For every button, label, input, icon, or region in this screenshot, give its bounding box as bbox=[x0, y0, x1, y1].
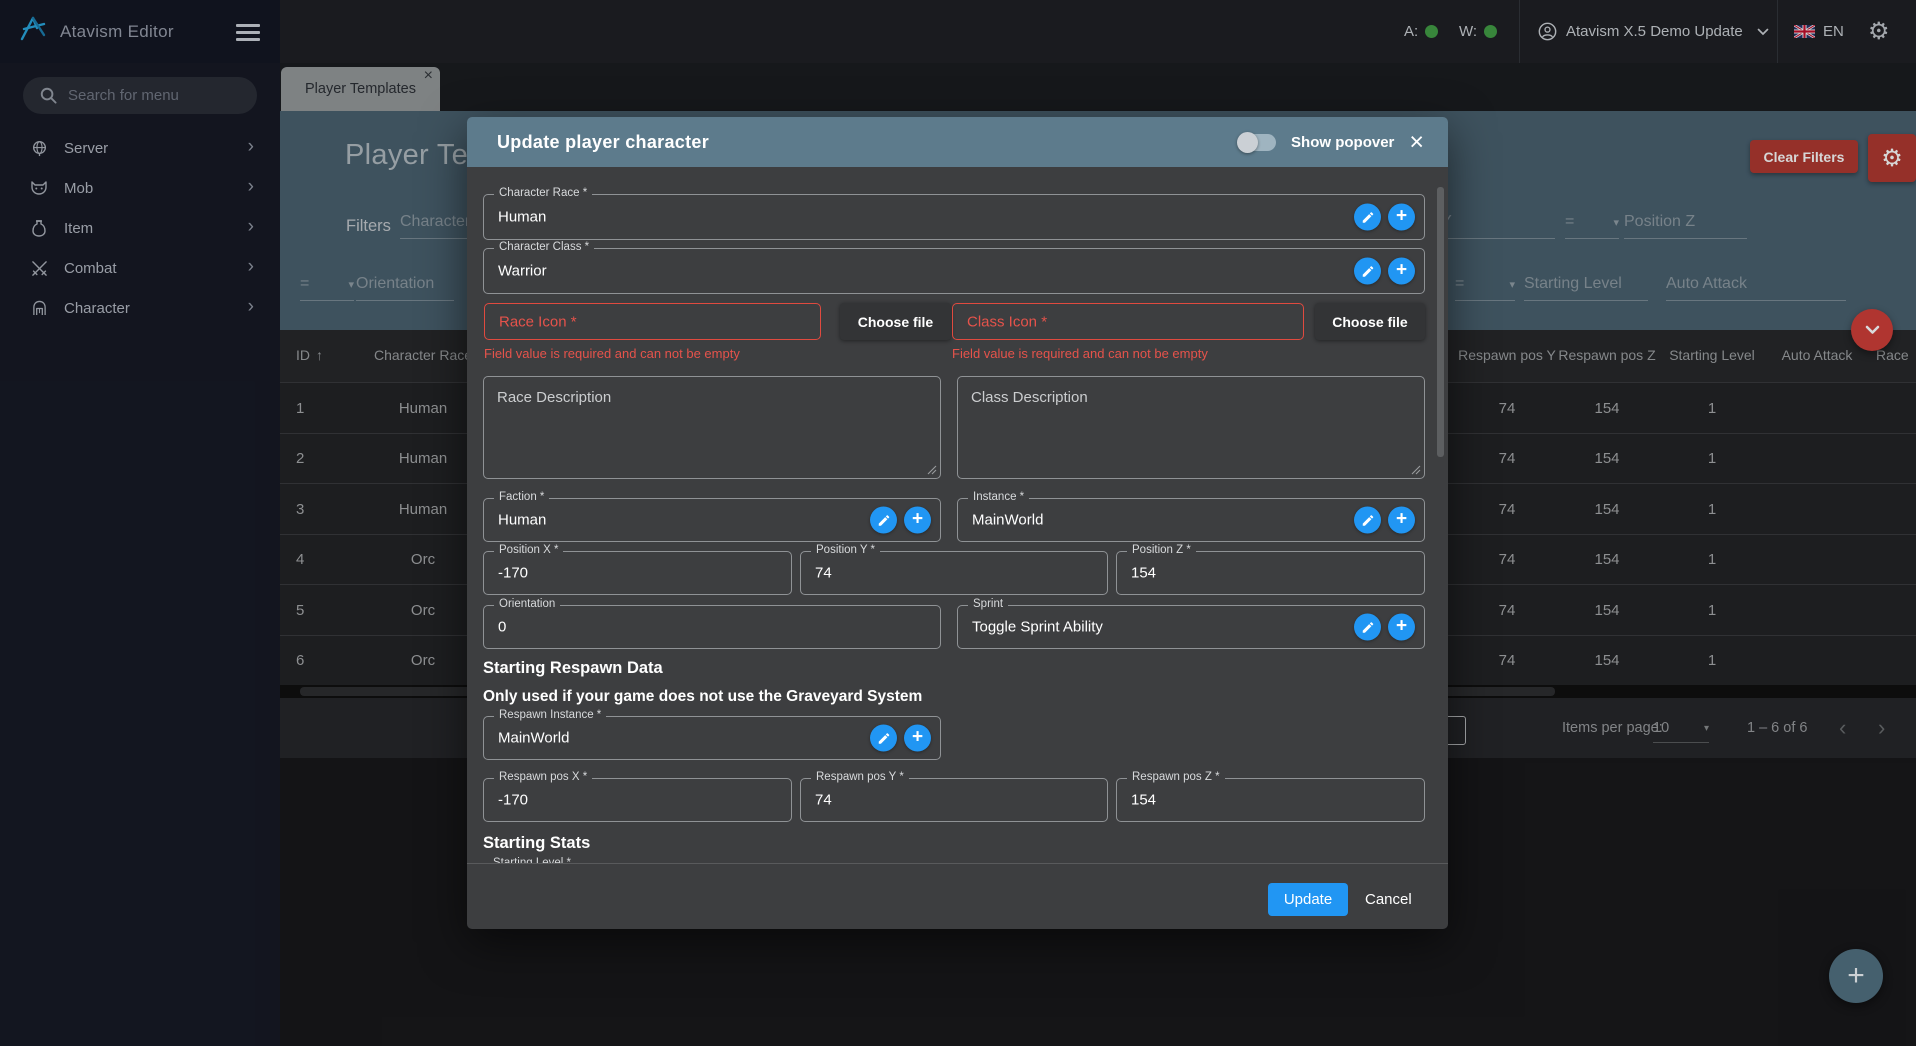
field-value: MainWorld bbox=[972, 511, 1044, 529]
field-value: Toggle Sprint Ability bbox=[972, 618, 1103, 636]
resize-handle-icon[interactable] bbox=[1411, 465, 1421, 475]
position-z-field[interactable]: Position Z * 154 bbox=[1116, 544, 1425, 595]
character-race-field[interactable]: Character Race * Human + bbox=[483, 187, 1425, 240]
field-placeholder: Class Icon * bbox=[967, 313, 1048, 330]
respawn-instance-field[interactable]: Respawn Instance * MainWorld + bbox=[483, 709, 941, 760]
update-player-character-modal: Update player character Show popover × C… bbox=[467, 117, 1448, 929]
field-value: Warrior bbox=[498, 262, 547, 280]
field-label: Respawn pos Y * bbox=[811, 771, 909, 783]
field-label: Instance * bbox=[968, 491, 1030, 503]
cancel-button[interactable]: Cancel bbox=[1365, 883, 1412, 916]
sprint-field[interactable]: Sprint Toggle Sprint Ability + bbox=[957, 598, 1425, 649]
field-value: 74 bbox=[815, 564, 832, 582]
scroll-down-fab[interactable] bbox=[1851, 309, 1893, 351]
update-button[interactable]: Update bbox=[1268, 883, 1348, 916]
field-label: Faction * bbox=[494, 491, 550, 503]
modal-title: Update player character bbox=[497, 131, 709, 152]
field-placeholder: Race Icon * bbox=[499, 313, 577, 330]
field-value: Human bbox=[498, 511, 547, 529]
field-label: Orientation bbox=[494, 598, 561, 610]
respawn-pos-x-field[interactable]: Respawn pos X * -170 bbox=[483, 771, 792, 822]
field-label: Character Race * bbox=[494, 187, 593, 199]
textarea-placeholder: Race Description bbox=[497, 389, 612, 406]
screen: Atavism Editor Search for menu Server › Mo… bbox=[0, 0, 1916, 1046]
character-class-field[interactable]: Character Class * Warrior + bbox=[483, 241, 1425, 294]
edit-instance-button[interactable] bbox=[1354, 506, 1381, 534]
plus-icon: + bbox=[1847, 959, 1865, 992]
faction-field[interactable]: Faction * Human + bbox=[483, 491, 941, 542]
add-respawn-instance-button[interactable]: + bbox=[904, 724, 931, 752]
position-x-field[interactable]: Position X * -170 bbox=[483, 544, 792, 595]
chevron-down-icon bbox=[1865, 325, 1879, 334]
instance-field[interactable]: Instance * MainWorld + bbox=[957, 491, 1425, 542]
race-icon-error: Field value is required and can not be e… bbox=[484, 346, 740, 361]
field-label: Character Class * bbox=[494, 241, 595, 253]
class-icon-choose-file-button[interactable]: Choose file bbox=[1315, 303, 1425, 340]
field-label: Respawn Instance * bbox=[494, 709, 607, 721]
edit-race-button[interactable] bbox=[1354, 203, 1381, 231]
modal-header: Update player character Show popover × bbox=[467, 117, 1448, 167]
modal-footer: Update Cancel bbox=[467, 863, 1448, 929]
pencil-icon bbox=[878, 732, 889, 744]
show-popover-toggle[interactable] bbox=[1237, 131, 1277, 153]
pencil-icon bbox=[1362, 265, 1373, 277]
field-value: -170 bbox=[498, 564, 529, 582]
starting-stats-heading: Starting Stats bbox=[483, 834, 591, 852]
respawn-pos-y-field[interactable]: Respawn pos Y * 74 bbox=[800, 771, 1108, 822]
add-faction-button[interactable]: + bbox=[904, 506, 931, 534]
field-label: Position X * bbox=[494, 544, 564, 556]
race-icon-choose-file-button[interactable]: Choose file bbox=[840, 303, 951, 340]
class-icon-field[interactable]: Class Icon * bbox=[952, 303, 1304, 340]
modal-scrollbar[interactable] bbox=[1437, 187, 1444, 457]
field-label: Position Y * bbox=[811, 544, 881, 556]
respawn-note: Only used if your game does not use the … bbox=[483, 688, 923, 705]
field-value: 0 bbox=[498, 618, 507, 636]
field-label: Respawn pos Z * bbox=[1127, 771, 1225, 783]
field-value: MainWorld bbox=[498, 729, 570, 747]
field-value: 154 bbox=[1131, 564, 1157, 582]
add-race-button[interactable]: + bbox=[1388, 203, 1415, 231]
field-value: 74 bbox=[815, 791, 832, 809]
field-label: Sprint bbox=[968, 598, 1009, 610]
position-y-field[interactable]: Position Y * 74 bbox=[800, 544, 1108, 595]
edit-sprint-button[interactable] bbox=[1354, 613, 1381, 641]
field-value: -170 bbox=[498, 791, 529, 809]
starting-respawn-heading: Starting Respawn Data bbox=[483, 659, 663, 677]
field-value: 154 bbox=[1131, 791, 1157, 809]
pencil-icon bbox=[1362, 514, 1373, 526]
textarea-placeholder: Class Description bbox=[971, 389, 1088, 406]
add-instance-button[interactable]: + bbox=[1388, 506, 1415, 534]
race-icon-field[interactable]: Race Icon * bbox=[484, 303, 821, 340]
field-value: Human bbox=[498, 208, 547, 226]
modal-close-icon[interactable]: × bbox=[1409, 130, 1424, 155]
field-label: Position Z * bbox=[1127, 544, 1196, 556]
resize-handle-icon[interactable] bbox=[927, 465, 937, 475]
pencil-icon bbox=[878, 514, 889, 526]
field-label: Respawn pos X * bbox=[494, 771, 593, 783]
class-description-textarea[interactable]: Class Description bbox=[957, 376, 1425, 479]
edit-faction-button[interactable] bbox=[870, 506, 897, 534]
add-class-button[interactable]: + bbox=[1388, 257, 1415, 285]
edit-respawn-instance-button[interactable] bbox=[870, 724, 897, 752]
pencil-icon bbox=[1362, 621, 1373, 633]
show-popover-label: Show popover bbox=[1291, 133, 1395, 151]
respawn-pos-z-field[interactable]: Respawn pos Z * 154 bbox=[1116, 771, 1425, 822]
pencil-icon bbox=[1362, 211, 1373, 223]
race-description-textarea[interactable]: Race Description bbox=[483, 376, 941, 479]
edit-class-button[interactable] bbox=[1354, 257, 1381, 285]
class-icon-error: Field value is required and can not be e… bbox=[952, 346, 1208, 361]
add-template-fab[interactable]: + bbox=[1829, 949, 1883, 1003]
orientation-field[interactable]: Orientation 0 bbox=[483, 598, 941, 649]
add-sprint-button[interactable]: + bbox=[1388, 613, 1415, 641]
